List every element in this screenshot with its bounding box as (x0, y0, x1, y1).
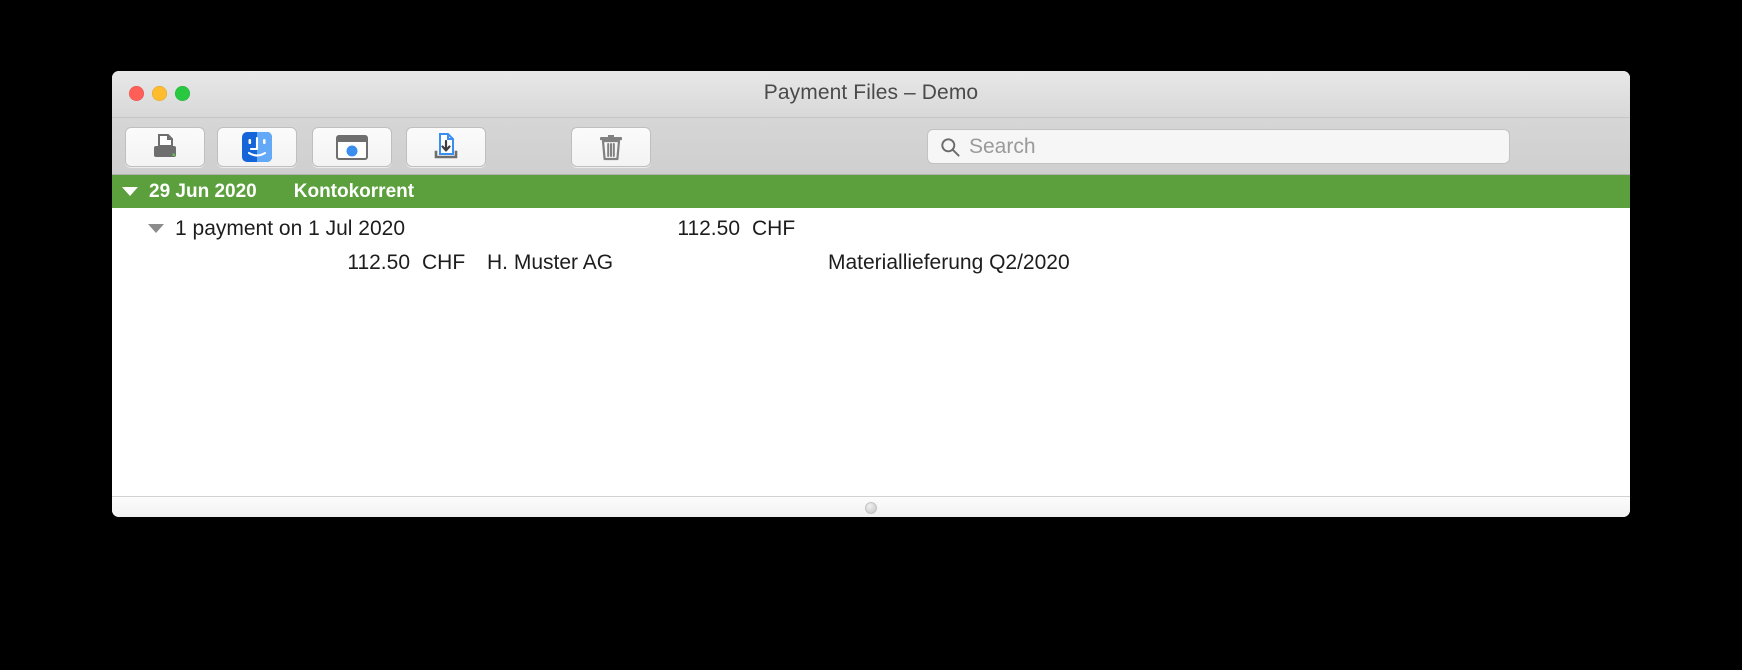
group-disclosure-triangle-icon[interactable] (122, 187, 138, 196)
print-button[interactable] (125, 127, 205, 167)
window-title: Payment Files – Demo (763, 81, 979, 104)
finder-icon (242, 132, 272, 162)
window-footer (112, 496, 1630, 517)
detail-note: Materiallieferung Q2/2020 (828, 251, 1070, 274)
toolbar: Search (112, 118, 1630, 175)
group-account: Kontokorrent (293, 180, 415, 202)
printer-icon (150, 133, 180, 161)
search-input[interactable]: Search (927, 129, 1510, 164)
delete-button[interactable] (571, 127, 651, 167)
payment-summary-currency: CHF (752, 216, 796, 240)
payment-files-window: Payment Files – Demo Search 29 Jun 2020 … (112, 71, 1630, 517)
import-button[interactable] (406, 127, 486, 167)
screen-background: Payment Files – Demo Search 29 Jun 2020 … (0, 0, 1742, 670)
resize-grip[interactable] (865, 502, 877, 514)
preview-button[interactable] (312, 127, 392, 167)
window-titlebar: Payment Files – Demo (112, 71, 1630, 118)
search-icon (940, 137, 960, 157)
trash-icon (599, 134, 623, 161)
detail-recipient: H. Muster AG (487, 251, 614, 274)
payment-detail-row[interactable]: 112.50 CHF H. Muster AG Materiallieferun… (112, 249, 1630, 289)
preview-window-icon (336, 134, 368, 160)
payment-disclosure-triangle-icon[interactable] (148, 224, 164, 233)
group-header-row[interactable]: 29 Jun 2020 Kontokorrent (112, 175, 1630, 208)
payment-summary-amount: 112.50 (677, 216, 740, 240)
search-placeholder: Search (969, 134, 1036, 158)
detail-amount: 112.50 (347, 251, 410, 274)
document-download-icon (431, 132, 461, 162)
detail-currency: CHF (422, 251, 466, 274)
payment-list: 29 Jun 2020 Kontokorrent 1 payment on 1 … (112, 175, 1630, 495)
finder-button[interactable] (217, 127, 297, 167)
payment-summary-label: 1 payment on 1 Jul 2020 (175, 216, 405, 240)
group-date: 29 Jun 2020 (149, 180, 257, 202)
payment-summary-row[interactable]: 1 payment on 1 Jul 2020 112.50 CHF (112, 208, 1630, 249)
